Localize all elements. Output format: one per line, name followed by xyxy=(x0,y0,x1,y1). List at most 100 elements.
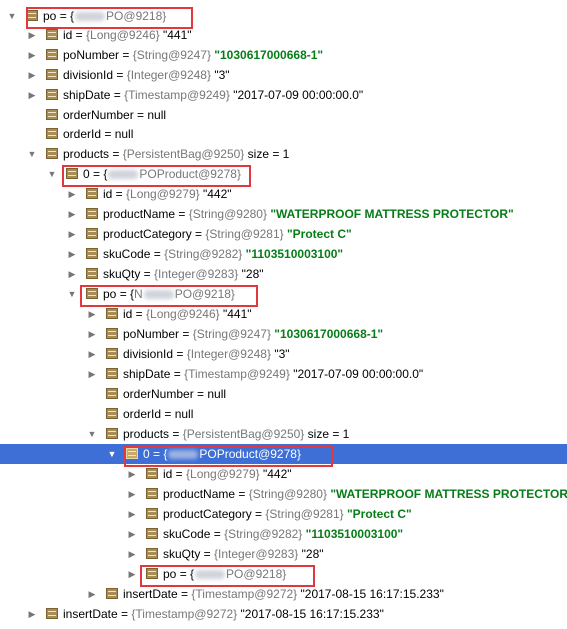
equals-sign: = xyxy=(117,607,132,621)
variable-text: po = {PO@9218} xyxy=(163,564,286,584)
tree-row[interactable]: ▶ productCategory = {String@9281} "Protec… xyxy=(0,224,567,244)
equals-sign: = xyxy=(173,347,187,361)
tree-row[interactable]: ▼ po = {PO@9218} xyxy=(0,6,567,26)
tree-row[interactable]: ▶ productName = {String@9280} "WATERPROOF… xyxy=(0,204,567,224)
chevron-right-icon[interactable]: ▶ xyxy=(26,604,38,624)
variable-text: po = {N PO@9218} xyxy=(103,284,235,304)
equals-sign: = xyxy=(109,147,123,161)
variable-text: products = {PersistentBag@9250} size = 1 xyxy=(123,424,349,444)
tree-row[interactable]: ▶ id = {Long@9246} "441" xyxy=(0,304,567,324)
chevron-right-icon[interactable]: ▶ xyxy=(66,244,78,264)
tree-row[interactable]: orderNumber = null xyxy=(0,105,567,125)
variable-text: productName = {String@9280} "WATERPROOF … xyxy=(103,204,514,224)
equals-sign: = xyxy=(110,88,125,102)
field-icon xyxy=(46,89,58,100)
chevron-right-icon[interactable]: ▶ xyxy=(86,584,98,604)
variable-text: 0 = {POProduct@9278} xyxy=(83,164,241,184)
type-label: {String@9281} xyxy=(205,227,284,241)
tree-row[interactable]: ▶ po = {PO@9218} xyxy=(0,564,567,584)
tree-row[interactable]: ▶ poNumber = {String@9247} "1030617000668… xyxy=(0,324,567,344)
variable-value: "3" xyxy=(210,68,230,82)
equals-sign: = xyxy=(170,367,185,381)
chevron-right-icon[interactable]: ▶ xyxy=(126,484,138,504)
tree-row[interactable]: ▶ skuCode = {String@9282} "1103510003100" xyxy=(0,244,567,264)
chevron-right-icon[interactable]: ▶ xyxy=(66,184,78,204)
equals-sign: = xyxy=(172,467,187,481)
variable-name: insertDate xyxy=(123,587,178,601)
chevron-right-icon[interactable]: ▶ xyxy=(86,324,98,344)
equals-sign: = xyxy=(112,187,127,201)
tree-row[interactable]: ▶ skuQty = {Integer@9283} "28" xyxy=(0,264,567,284)
tree-row[interactable]: ▼ po = {N PO@9218} xyxy=(0,284,567,304)
equals-sign: = xyxy=(169,427,183,441)
equals-sign: = xyxy=(140,267,155,281)
tree-row[interactable]: ▶ poNumber = {String@9247} "1030617000668… xyxy=(0,45,567,65)
field-icon xyxy=(146,508,158,519)
chevron-right-icon[interactable]: ▶ xyxy=(126,464,138,484)
chevron-right-icon[interactable]: ▶ xyxy=(26,25,38,45)
chevron-right-icon[interactable]: ▶ xyxy=(86,364,98,384)
chevron-right-icon[interactable]: ▶ xyxy=(126,564,138,584)
variable-name: skuQty xyxy=(163,547,201,561)
tree-row[interactable]: ▶ productName = {String@9280} "WATERPROOF… xyxy=(0,484,567,504)
field-icon xyxy=(86,248,98,259)
tree-row[interactable]: ▶ divisionId = {Integer@9248} "3" xyxy=(0,65,567,85)
variable-text: id = {Long@9279} "442" xyxy=(103,184,232,204)
tree-row[interactable]: ▼ products = {PersistentBag@9250} size = … xyxy=(0,144,567,164)
tree-row[interactable]: ▶ productCategory = {String@9281} "Protec… xyxy=(0,504,567,524)
tree-row[interactable]: ▶ divisionId = {Integer@9248} "3" xyxy=(0,344,567,364)
variable-name: po xyxy=(103,287,117,301)
chevron-right-icon[interactable]: ▶ xyxy=(66,264,78,284)
variable-name: products xyxy=(123,427,170,441)
tree-row[interactable]: ▶ shipDate = {Timestamp@9249} "2017-07-09… xyxy=(0,364,567,384)
chevron-down-icon[interactable]: ▼ xyxy=(106,444,118,464)
field-icon xyxy=(146,528,158,539)
tree-row[interactable]: orderNumber = null xyxy=(0,384,567,404)
chevron-down-icon[interactable]: ▼ xyxy=(86,424,98,444)
variable-value: "441" xyxy=(159,28,192,42)
chevron-down-icon[interactable]: ▼ xyxy=(46,164,58,184)
chevron-right-icon[interactable]: ▶ xyxy=(26,85,38,105)
variable-text: poNumber = {String@9247} "1030617000668-… xyxy=(123,324,383,344)
tree-row[interactable]: ▶ id = {Long@9246} "441" xyxy=(0,25,567,45)
tree-row[interactable]: ▶ id = {Long@9279} "442" xyxy=(0,464,567,484)
tree-row[interactable]: ▶ skuCode = {String@9282} "1103510003100" xyxy=(0,524,567,544)
variable-value: "28" xyxy=(238,267,264,281)
chevron-down-icon[interactable]: ▼ xyxy=(26,144,38,164)
tree-row[interactable]: ▶ shipDate = {Timestamp@9249} "2017-07-09… xyxy=(0,85,567,105)
equals-sign: = xyxy=(177,587,192,601)
tree-row[interactable]: ▶ insertDate = {Timestamp@9272} "2017-08-… xyxy=(0,604,567,624)
field-icon xyxy=(46,608,58,619)
chevron-right-icon[interactable]: ▶ xyxy=(126,544,138,564)
variable-value: size = 1 xyxy=(304,427,350,441)
chevron-right-icon[interactable]: ▶ xyxy=(126,504,138,524)
tree-row[interactable]: ▶ id = {Long@9279} "442" xyxy=(0,184,567,204)
chevron-down-icon[interactable]: ▼ xyxy=(6,6,18,26)
variable-name: shipDate xyxy=(63,88,111,102)
chevron-right-icon[interactable]: ▶ xyxy=(66,224,78,244)
chevron-right-icon[interactable]: ▶ xyxy=(86,304,98,324)
tree-row[interactable]: ▼ products = {PersistentBag@9250} size = … xyxy=(0,424,567,444)
field-icon xyxy=(66,168,78,179)
tree-row[interactable]: orderId = null xyxy=(0,124,567,144)
tree-row[interactable]: ▶ skuQty = {Integer@9283} "28" xyxy=(0,544,567,564)
tree-row[interactable]: ▶ insertDate = {Timestamp@9272} "2017-08-… xyxy=(0,584,567,604)
tree-row-selected[interactable]: ▼ 0 = {POProduct@9278} xyxy=(0,444,567,464)
tree-row[interactable]: orderId = null xyxy=(0,404,567,424)
chevron-right-icon[interactable]: ▶ xyxy=(26,65,38,85)
chevron-right-icon[interactable]: ▶ xyxy=(26,45,38,65)
type-label: {Timestamp@9272} xyxy=(191,587,298,601)
type-label: {String@9281} xyxy=(265,507,344,521)
chevron-down-icon[interactable]: ▼ xyxy=(66,284,78,304)
field-icon xyxy=(46,128,58,139)
field-icon xyxy=(106,428,118,439)
tree-row[interactable]: ▼ 0 = {POProduct@9278} xyxy=(0,164,567,184)
variable-name: orderNumber xyxy=(63,108,134,122)
variable-value: "1030617000668-1" xyxy=(210,48,324,62)
field-icon xyxy=(106,408,118,419)
chevron-right-icon[interactable]: ▶ xyxy=(86,344,98,364)
chevron-right-icon[interactable]: ▶ xyxy=(66,204,78,224)
chevron-right-icon[interactable]: ▶ xyxy=(126,524,138,544)
variable-text: shipDate = {Timestamp@9249} "2017-07-09 … xyxy=(123,364,423,384)
field-icon xyxy=(146,468,158,479)
